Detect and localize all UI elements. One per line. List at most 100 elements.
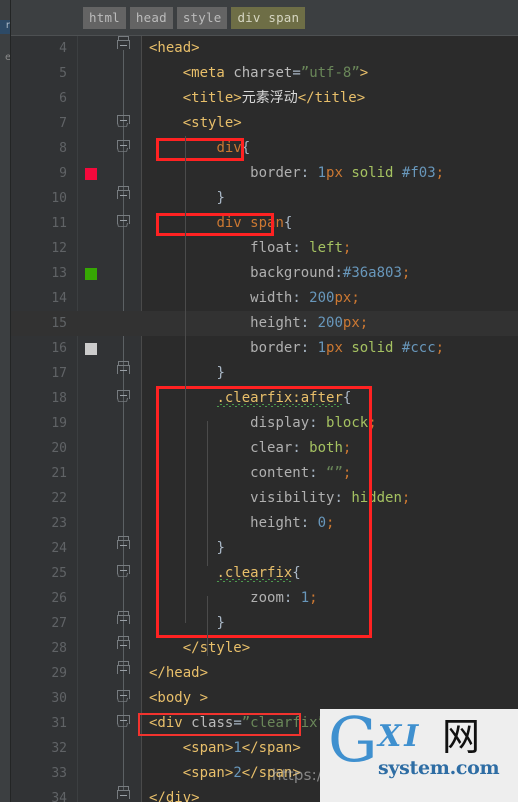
code-text: } <box>216 615 225 631</box>
code-text: div span{ <box>216 215 293 231</box>
color-swatch-gutter-icon[interactable] <box>85 343 97 355</box>
code-line[interactable]: 25 .clearfix{ <box>11 561 518 586</box>
code-line[interactable]: 9 border: 1px solid #f03; <box>11 161 518 186</box>
code-text: } <box>216 365 225 381</box>
code-line[interactable]: 26 zoom: 1; <box>11 586 518 611</box>
line-number: 32 <box>51 741 67 756</box>
line-number: 8 <box>59 141 67 156</box>
logo-letter-g: G <box>328 709 378 776</box>
breadcrumb-item-head[interactable]: head <box>129 6 173 29</box>
code-text: background:#36a803; <box>250 265 411 281</box>
line-number: 10 <box>51 191 67 206</box>
code-line[interactable]: 18 .clearfix:after{ <box>11 386 518 411</box>
line-number: 12 <box>51 241 67 256</box>
color-swatch-gutter-icon[interactable] <box>85 168 97 180</box>
gxi-watermark: G XI 网 system.com <box>320 709 518 802</box>
code-fold-toggle-icon[interactable] <box>117 690 130 703</box>
line-number: 15 <box>11 311 67 336</box>
code-line[interactable]: 19 display: block; <box>11 411 518 436</box>
tool-window-tab-top[interactable]: r <box>0 20 10 34</box>
code-line[interactable]: 10 } <box>11 186 518 211</box>
code-line[interactable]: 24 } <box>11 536 518 561</box>
inspection-squiggle <box>216 579 293 582</box>
code-line[interactable]: 14 width: 200px; <box>11 286 518 311</box>
code-line[interactable]: 5 <meta charset=”utf-8”> <box>11 61 518 86</box>
code-fold-toggle-icon[interactable] <box>117 140 130 153</box>
code-line[interactable]: 13 background:#36a803; <box>11 261 518 286</box>
line-number: 27 <box>51 616 67 631</box>
line-number: 23 <box>51 516 67 531</box>
code-fold-toggle-icon[interactable] <box>117 361 130 378</box>
line-number: 24 <box>51 541 67 556</box>
line-number: 19 <box>51 416 67 431</box>
code-line[interactable]: 21 content: “”; <box>11 461 518 486</box>
code-text: <body > <box>149 690 209 706</box>
code-fold-toggle-icon[interactable] <box>117 636 130 653</box>
indent-guide <box>185 328 186 473</box>
code-text: <style> <box>182 115 242 131</box>
code-line[interactable]: 8 div{ <box>11 136 518 161</box>
code-line[interactable]: 11 div span{ <box>11 211 518 236</box>
indent-guide <box>207 421 208 566</box>
line-number: 17 <box>51 366 67 381</box>
code-line[interactable]: 4 <head> <box>11 36 518 61</box>
line-number: 16 <box>51 341 67 356</box>
code-line[interactable]: 16 border: 1px solid #ccc; <box>11 336 518 361</box>
code-text: height: 200px; <box>250 315 369 331</box>
line-number: 29 <box>51 666 67 681</box>
code-fold-toggle-icon[interactable] <box>117 715 130 728</box>
line-number: 18 <box>51 391 67 406</box>
code-line[interactable]: 20 clear: both; <box>11 436 518 461</box>
code-fold-toggle-icon[interactable] <box>117 536 130 553</box>
code-text: <meta charset=”utf-8”> <box>182 65 369 81</box>
code-line[interactable]: 30 <body > <box>11 686 518 711</box>
line-number: 13 <box>51 266 67 281</box>
line-number: 9 <box>59 166 67 181</box>
code-line[interactable]: 29 </head> <box>11 661 518 686</box>
code-line[interactable]: 6 <title>元素浮动</title> <box>11 86 518 111</box>
breadcrumb-item-style[interactable]: style <box>176 6 228 29</box>
logo-letters-xi: XI <box>378 719 422 754</box>
code-fold-toggle-icon[interactable] <box>117 786 130 802</box>
code-line[interactable]: 22 visibility: hidden; <box>11 486 518 511</box>
color-swatch-gutter-icon[interactable] <box>85 268 97 280</box>
breadcrumb: html head style div span <box>11 0 518 36</box>
line-number: 34 <box>51 791 67 802</box>
left-tool-strip: r e <box>0 0 11 802</box>
code-text: </style> <box>182 640 251 656</box>
code-editor[interactable]: 4 <head> 5 <meta charset=”utf-8”> 6 <title>… <box>11 36 518 802</box>
line-number: 4 <box>59 41 67 56</box>
line-number: 22 <box>51 491 67 506</box>
code-text: .clearfix{ <box>216 565 301 581</box>
code-line[interactable]: 28 </style> <box>11 636 518 661</box>
code-line[interactable]: 7 <style> <box>11 111 518 136</box>
line-number: 5 <box>59 66 67 81</box>
code-fold-toggle-icon[interactable] <box>117 215 130 228</box>
code-text: <title>元素浮动</title> <box>182 90 366 106</box>
code-text: <span>1</span> <box>182 740 301 756</box>
line-number: 21 <box>51 466 67 481</box>
breadcrumb-item-div-span[interactable]: div span <box>231 6 306 29</box>
code-line[interactable]: 27 } <box>11 611 518 636</box>
code-line[interactable]: 17 } <box>11 361 518 386</box>
breadcrumb-item-html[interactable]: html <box>83 6 126 29</box>
line-number: 30 <box>51 691 67 706</box>
tool-window-tab-bottom[interactable]: e <box>0 52 10 66</box>
code-fold-toggle-icon[interactable] <box>117 565 130 578</box>
code-text: height: 0; <box>250 515 335 531</box>
code-fold-toggle-icon[interactable] <box>117 611 130 628</box>
code-line[interactable]: 23 height: 0; <box>11 511 518 536</box>
code-fold-toggle-icon[interactable] <box>117 390 130 403</box>
code-text: display: block; <box>250 415 377 431</box>
code-fold-toggle-icon[interactable] <box>117 115 130 128</box>
line-number: 11 <box>51 216 67 231</box>
code-text: visibility: hidden; <box>250 490 411 506</box>
code-fold-toggle-icon[interactable] <box>117 661 130 678</box>
indent-guide <box>185 473 186 623</box>
code-fold-toggle-icon[interactable] <box>117 36 130 53</box>
code-text: clear: both; <box>250 440 352 456</box>
code-line[interactable]: 12 float: left; <box>11 236 518 261</box>
code-text: } <box>216 540 225 556</box>
code-fold-toggle-icon[interactable] <box>117 186 130 203</box>
code-line[interactable]: 15 height: 200px; <box>11 311 518 336</box>
